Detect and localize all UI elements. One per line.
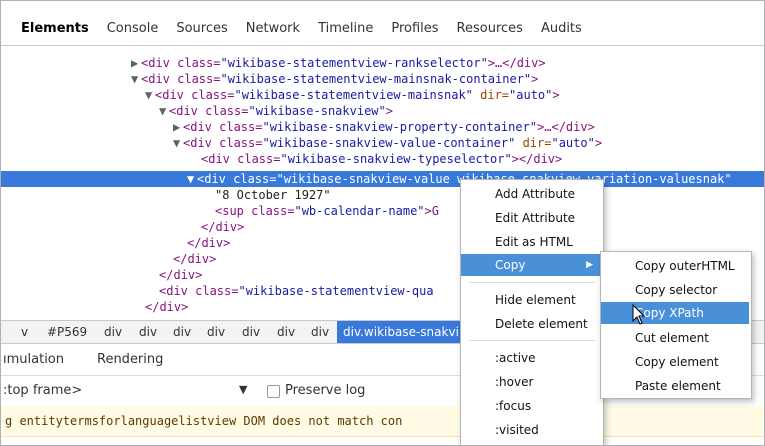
dom-node-qualifiers[interactable]: <div class="wikibase-statementview-qua [159, 283, 434, 299]
dom-node-property-container[interactable]: ▶ <div class="wikibase-snakview-property-… [173, 119, 595, 135]
menu-item-copy-xpath[interactable]: Copy XPath [601, 302, 749, 324]
dom-node-typeselector[interactable]: <div class="wikibase-snakview-typeselect… [201, 151, 562, 167]
expand-arrow-icon[interactable]: ▶ [131, 55, 141, 71]
dom-close-tag: </div> [159, 268, 203, 282]
preserve-log-label: Preserve log [285, 383, 366, 398]
collapse-arrow-icon[interactable]: ▼ [173, 135, 183, 151]
menu-item-hover[interactable]: :hover [461, 371, 603, 393]
menu-item-active[interactable]: :active [461, 347, 603, 369]
dom-node-mainsnak-container[interactable]: ▼ <div class="wikibase-statementview-main… [131, 71, 538, 87]
menu-item-hide-element[interactable]: Hide element [461, 289, 603, 311]
chevron-down-icon[interactable]: ▼ [239, 383, 247, 396]
menu-item-delete-element[interactable]: Delete element [461, 313, 603, 335]
expand-arrow-icon[interactable]: ▶ [173, 119, 183, 135]
dom-node-mainsnak[interactable]: ▼ <div class="wikibase-statementview-main… [145, 87, 560, 103]
menu-item-add-attribute[interactable]: Add Attribute [461, 183, 603, 205]
breadcrumb-item[interactable]: div [277, 325, 295, 339]
tab-sources[interactable]: Sources [176, 21, 227, 36]
submenu-arrow-icon: ▶ [586, 260, 593, 270]
collapse-arrow-icon[interactable]: ▼ [187, 171, 197, 187]
breadcrumb-item[interactable]: div [139, 325, 157, 339]
collapse-arrow-icon[interactable]: ▼ [159, 103, 169, 119]
tab-elements[interactable]: Elements [21, 21, 89, 36]
menu-item-edit-as-html[interactable]: Edit as HTML [461, 231, 603, 253]
collapse-arrow-icon[interactable]: ▼ [145, 87, 155, 103]
menu-item-edit-attribute[interactable]: Edit Attribute [461, 207, 603, 229]
dom-text-node[interactable]: "8 October 1927" [215, 187, 331, 203]
dom-node-rankselector[interactable]: ▶ <div class="wikibase-statementview-rank… [131, 55, 546, 71]
tab-timeline[interactable]: Timeline [318, 21, 373, 36]
tab-network[interactable]: Network [246, 21, 300, 36]
tab-console[interactable]: Console [107, 21, 159, 36]
tab-profiles[interactable]: Profiles [391, 21, 438, 36]
dom-node-value-container[interactable]: ▼ <div class="wikibase-snakview-value-con… [173, 135, 602, 151]
console-warning-message: g entitytermsforlanguagelistview DOM doe… [1, 406, 764, 437]
devtools-tabbar: Elements Console Sources Network Timelin… [1, 1, 764, 46]
menu-separator [469, 340, 595, 341]
dom-close-tag: </div> [187, 236, 231, 250]
tab-rendering[interactable]: Rendering [97, 352, 163, 367]
breadcrumb-item[interactable]: v [21, 325, 28, 339]
menu-item-copy[interactable]: Copy ▶ [461, 254, 601, 276]
frame-select[interactable]: :top frame> [3, 383, 82, 398]
tab-emulation[interactable]: ımulation [3, 352, 64, 367]
dom-node-calendar-name[interactable]: <sup class="wb-calendar-name">G [215, 203, 439, 219]
warning-text: g entitytermsforlanguagelistview DOM doe… [5, 414, 403, 428]
menu-item-copy-outerhtml[interactable]: Copy outerHTML [601, 255, 751, 277]
menu-item-copy-label: Copy [495, 258, 526, 272]
menu-item-visited[interactable]: :visited [461, 419, 603, 441]
menu-item-focus[interactable]: :focus [461, 395, 603, 417]
menu-item-cut-element[interactable]: Cut element [601, 327, 751, 349]
menu-item-copy-selector[interactable]: Copy selector [601, 279, 751, 301]
copy-submenu: Copy outerHTML Copy selector Copy XPath … [600, 251, 752, 399]
breadcrumb-item[interactable]: div [104, 325, 122, 339]
breadcrumb-item[interactable]: div [242, 325, 260, 339]
tab-resources[interactable]: Resources [457, 21, 523, 36]
breadcrumb-item[interactable]: div [311, 325, 329, 339]
dom-close-tag: </div> [173, 252, 217, 266]
devtools-window: Elements Console Sources Network Timelin… [0, 0, 765, 446]
menu-separator [469, 282, 595, 283]
menu-item-paste-element[interactable]: Paste element [601, 375, 751, 397]
dom-close-tag: </div> [201, 220, 245, 234]
breadcrumb-item[interactable]: div [173, 325, 191, 339]
breadcrumb-item-active[interactable]: div.wikibase-snakvi [337, 321, 465, 343]
mouse-pointer-icon [632, 304, 646, 325]
dom-node-snakview[interactable]: ▼ <div class="wikibase-snakview"> [159, 103, 393, 119]
breadcrumb-item[interactable]: div [207, 325, 225, 339]
dom-close-tag: </div> [145, 300, 189, 314]
collapse-arrow-icon[interactable]: ▼ [131, 71, 141, 87]
context-menu: Add Attribute Edit Attribute Edit as HTM… [460, 179, 604, 445]
menu-item-copy-element[interactable]: Copy element [601, 351, 751, 373]
breadcrumb-item[interactable]: #P569 [47, 325, 87, 339]
tab-audits[interactable]: Audits [541, 21, 582, 36]
preserve-log-checkbox[interactable] [267, 385, 280, 398]
